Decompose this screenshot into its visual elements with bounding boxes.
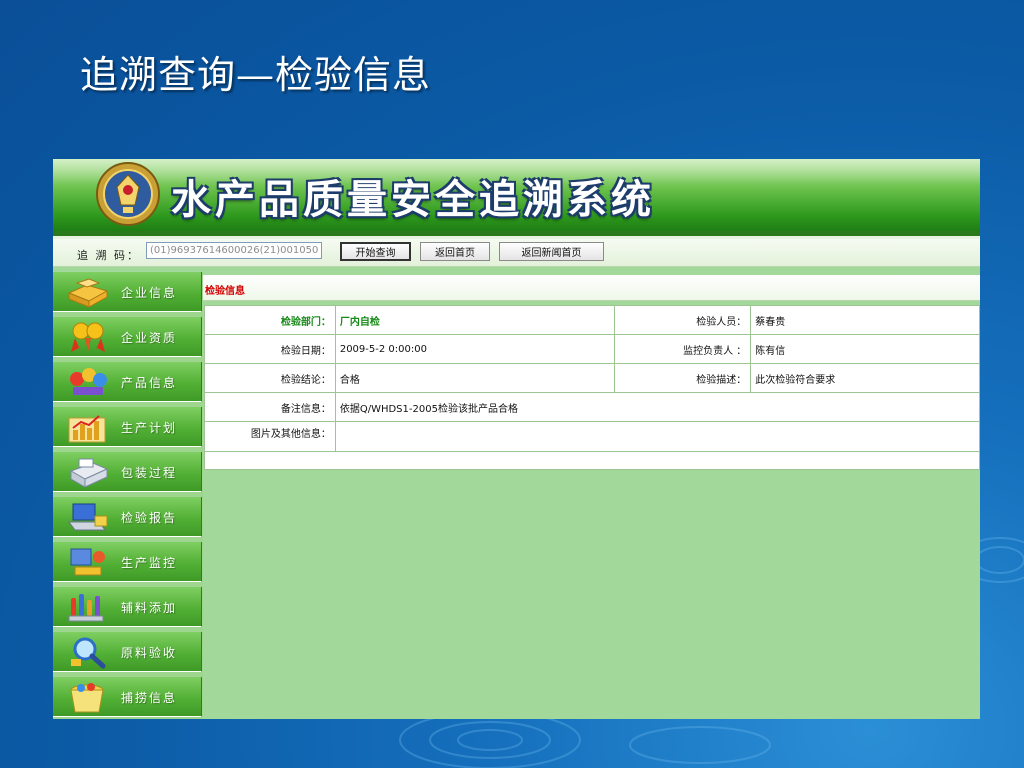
start-query-button[interactable]: 开始查询 <box>340 242 411 261</box>
images-label: 图片及其他信息： <box>204 421 336 452</box>
sidebar-item-label: 产品信息 <box>121 376 178 390</box>
inspection-info-table: 检验部门： 厂内自检 检验人员： 蔡春贵 检验日期： 2009-5-2 0:00… <box>204 305 980 470</box>
content-header: 检验信息 <box>203 275 980 301</box>
images-value <box>334 421 980 452</box>
conclusion-value: 合格 <box>334 363 616 393</box>
system-title: 水产品质量安全追溯系统 <box>171 177 655 223</box>
conclusion-label: 检验结论： <box>204 363 336 393</box>
trace-code-input[interactable] <box>146 242 322 259</box>
bar-chart-icon <box>68 415 106 443</box>
sidebar-item-label: 企业信息 <box>121 286 178 300</box>
printer-icon <box>69 458 109 488</box>
remarks-value: 依据Q/WHDS1-2005检验该批产品合格 <box>334 392 980 422</box>
sidebar-item-raw-material-acceptance[interactable]: 原料验收 <box>53 632 202 672</box>
back-news-home-button[interactable]: 返回新闻首页 <box>499 242 604 261</box>
sidebar-item-label: 企业资质 <box>121 331 178 345</box>
slide-title: 追溯查询—检验信息 <box>80 53 432 97</box>
sidebar-item-company-qualification[interactable]: 企业资质 <box>53 317 202 357</box>
sidebar-item-company-info[interactable]: 企业信息 <box>53 272 202 312</box>
sidebar-item-additive-added[interactable]: 辅料添加 <box>53 587 202 627</box>
remarks-label: 备注信息： <box>204 392 336 422</box>
app-window: 水产品质量安全追溯系统 追 溯 码： 开始查询 返回首页 返回新闻首页 企业信息 <box>53 159 980 719</box>
basket-icon <box>70 683 104 713</box>
description-label: 检验描述： <box>614 363 752 393</box>
sidebar-item-inspection-report[interactable]: 检验报告 <box>53 497 202 537</box>
back-home-button[interactable]: 返回首页 <box>420 242 490 261</box>
trace-code-label: 追 溯 码： <box>77 249 140 262</box>
section-title: 检验信息 <box>205 286 245 297</box>
inspector-value: 蔡春贵 <box>750 305 980 335</box>
supervisor-label: 监控负责人 ： <box>614 334 752 364</box>
table-row: 备注信息： 依据Q/WHDS1-2005检验该批产品合格 <box>204 392 980 422</box>
sidebar-item-production-monitoring[interactable]: 生产监控 <box>53 542 202 582</box>
sidebar-item-label: 辅料添加 <box>121 601 178 615</box>
sidebar-item-label: 原料验收 <box>121 646 178 660</box>
inspector-label: 检验人员： <box>614 305 752 335</box>
sidebar-item-label: 包装过程 <box>121 466 178 480</box>
dept-label: 检验部门： <box>204 305 336 335</box>
sidebar-item-label: 检验报告 <box>121 511 178 525</box>
table-row: 检验结论： 合格 检验描述： 此次检验符合要求 <box>204 363 980 393</box>
table-row: 图片及其他信息： <box>204 421 980 452</box>
table-row: 检验日期： 2009-5-2 0:00:00 监控负责人 ： 陈有信 <box>204 334 980 364</box>
sidebar-item-product-info[interactable]: 产品信息 <box>53 362 202 402</box>
sidebar-item-packaging-process[interactable]: 包装过程 <box>53 452 202 492</box>
description-value: 此次检验符合要求 <box>750 363 980 393</box>
sidebar-item-label: 捕捞信息 <box>121 691 178 705</box>
test-tubes-icon <box>68 594 104 622</box>
sidebar-item-label: 生产监控 <box>121 556 178 570</box>
sidebar-item-production-plan[interactable]: 生产计划 <box>53 407 202 447</box>
sidebar: 企业信息 企业资质 产品信息 生产计划 包装过程 检验报告 生产监控 辅料添加 … <box>53 272 203 719</box>
search-toolbar: 追 溯 码： 开始查询 返回首页 返回新闻首页 <box>53 239 980 267</box>
award-icon <box>71 322 105 352</box>
date-label: 检验日期： <box>204 334 336 364</box>
sidebar-item-label: 生产计划 <box>121 421 178 435</box>
table-row <box>204 451 980 470</box>
boxes-icon <box>67 278 109 308</box>
dept-value: 厂内自检 <box>334 305 616 335</box>
table-row: 检验部门： 厂内自检 检验人员： 蔡春贵 <box>204 305 980 335</box>
emblem-icon <box>96 162 160 226</box>
magnifier-icon <box>71 637 106 669</box>
header-banner: 水产品质量安全追溯系统 <box>53 159 980 231</box>
laptop-icon <box>68 503 108 531</box>
date-value: 2009-5-2 0:00:00 <box>334 334 616 364</box>
table-footer-cell <box>204 451 980 470</box>
balloons-icon <box>70 368 107 395</box>
sidebar-item-fishing-info[interactable]: 捕捞信息 <box>53 677 202 717</box>
monitor-tools-icon <box>70 548 105 576</box>
supervisor-value: 陈有信 <box>750 334 980 364</box>
